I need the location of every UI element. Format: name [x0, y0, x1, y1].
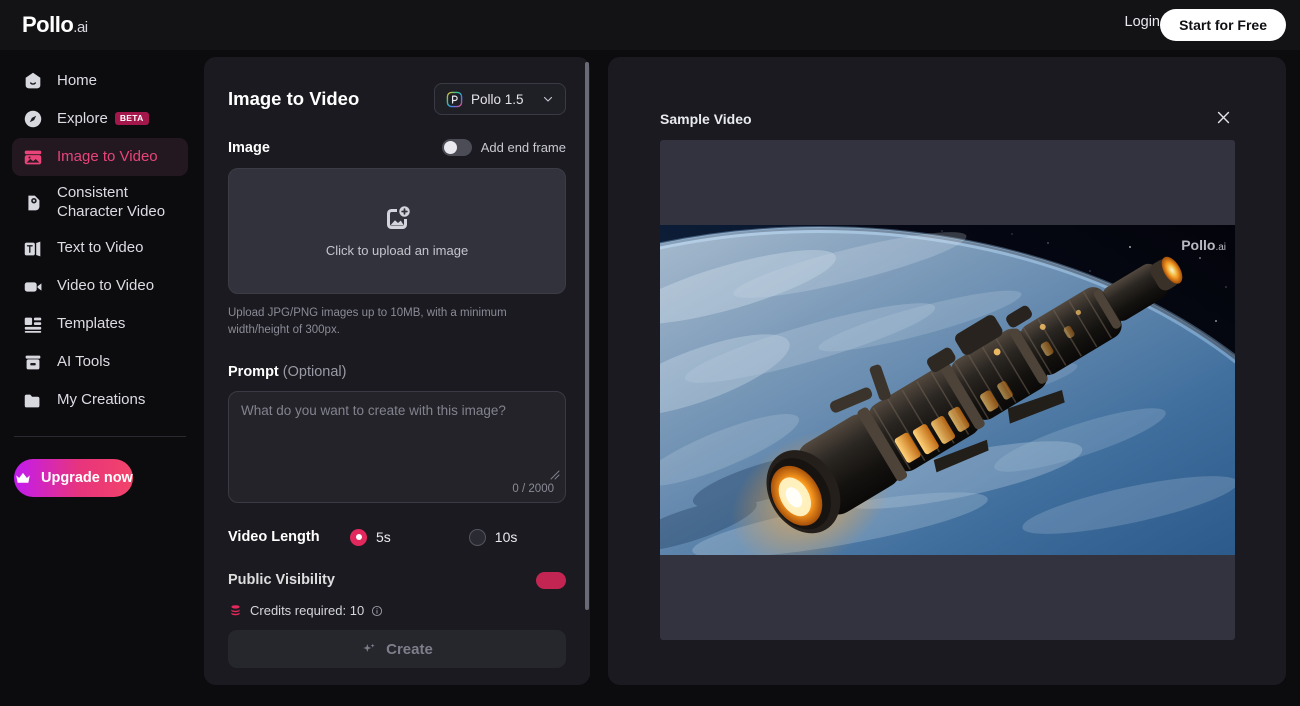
templates-icon [24, 317, 42, 333]
sidebar-divider [14, 435, 186, 437]
sidebar-item-home[interactable]: Home [12, 62, 188, 100]
sidebar-item-my-creations[interactable]: My Creations [12, 382, 188, 420]
compass-icon [24, 110, 42, 128]
credits-row: Credits required: 10 [228, 603, 566, 618]
form-header: Image to Video Pollo 1.5 [228, 83, 566, 115]
text-video-icon [24, 241, 41, 256]
upgrade-now-button[interactable]: Upgrade now [14, 458, 133, 497]
logo-suffix-text: .ai [73, 19, 88, 36]
sidebar-item-label: Home [57, 71, 98, 89]
resize-grip-icon[interactable] [550, 470, 560, 480]
video-length-label: Video Length [228, 529, 320, 545]
sidebar-item-label: Video to Video [57, 277, 155, 295]
form-footer: Credits required: 10 Create [204, 593, 590, 685]
model-name-label: Pollo 1.5 [471, 91, 524, 107]
video-length-option-10s[interactable]: 10s [468, 528, 518, 546]
pollo-model-icon [446, 91, 463, 107]
sparkles-icon [363, 643, 375, 652]
start-for-free-button[interactable]: Start for Free [1160, 9, 1286, 41]
sidebar-item-video-to-video[interactable]: Video to Video [12, 268, 188, 306]
sidebar-item-label: Templates [57, 315, 126, 333]
preview-header: Sample Video [660, 107, 1234, 131]
preview-title: Sample Video [660, 111, 752, 127]
home-icon [25, 72, 41, 89]
sample-video-preview-panel: Sample Video Pollo.ai [608, 57, 1286, 685]
sidebar-item-label: Text to Video [57, 239, 144, 257]
chevron-down-icon [543, 96, 553, 102]
watermark-suffix: .ai [1215, 242, 1226, 253]
prompt-char-counter: 0 / 2000 [512, 482, 554, 495]
sidebar-item-label: My Creations [57, 391, 146, 409]
spacecraft-orbit-scene [660, 225, 1235, 555]
login-button[interactable]: Login [1125, 14, 1160, 30]
watermark-main: Pollo [1181, 237, 1216, 253]
page-title: Image to Video [228, 88, 360, 109]
form-scroll-area: Image to Video Pollo 1.5 Image Add end f… [204, 57, 590, 685]
image-upload-dropzone[interactable]: Click to upload an image [228, 168, 566, 294]
sidebar: Home Explore BETA Image to Video Consiste… [0, 50, 200, 706]
sidebar-item-image-to-video[interactable]: Image to Video [12, 138, 188, 176]
video-length-option-label: 10s [494, 529, 518, 545]
upgrade-now-label: Upgrade now [41, 469, 133, 486]
add-end-frame-label: Add end frame [480, 140, 566, 155]
upload-note-text: Upload JPG/PNG images up to 10MB, with a… [228, 307, 507, 337]
sidebar-item-explore[interactable]: Explore BETA [12, 100, 188, 138]
video-length-section: Video Length 5s 10s [228, 528, 566, 546]
sample-video-still: Pollo.ai [660, 225, 1235, 555]
sidebar-item-consistent-character-video[interactable]: Consistent Character Video [12, 176, 188, 230]
sidebar-item-label: Image to Video [57, 147, 158, 165]
prompt-section-label: Prompt [228, 363, 279, 380]
add-end-frame-toggle[interactable]: Add end frame [441, 139, 566, 156]
credits-coin-icon [231, 605, 240, 616]
toggle-knob [443, 141, 457, 154]
toggle-track [441, 139, 472, 156]
video-watermark: Pollo.ai [1181, 237, 1226, 253]
top-bar: Pollo.ai Login Start for Free [0, 0, 1300, 50]
info-icon[interactable] [371, 605, 383, 617]
radio-indicator [350, 528, 367, 546]
radio-indicator [468, 528, 486, 546]
public-visibility-label: Public Visibility [228, 572, 335, 588]
image-video-icon [24, 150, 42, 165]
close-button[interactable] [1213, 107, 1234, 131]
folder-icon [24, 394, 40, 407]
prompt-placeholder-text: What do you want to create with this ima… [241, 402, 506, 418]
prompt-input[interactable]: What do you want to create with this ima… [228, 390, 566, 503]
video-video-icon [24, 281, 42, 292]
add-image-icon [387, 206, 410, 229]
sidebar-item-label: Consistent Character Video [57, 184, 166, 220]
sidebar-item-label: Explore [57, 109, 108, 127]
app-logo: Pollo.ai [22, 12, 88, 38]
video-length-option-label: 5s [376, 529, 391, 545]
prompt-section-header: Prompt (Optional) [228, 364, 566, 380]
close-icon [1217, 111, 1230, 124]
sample-video-frame[interactable]: Pollo.ai [660, 140, 1235, 640]
credits-required-label: Credits required: 10 [250, 603, 365, 618]
character-video-icon [28, 195, 40, 211]
image-section-label: Image [228, 139, 270, 156]
model-select-dropdown[interactable]: Pollo 1.5 [434, 83, 566, 115]
sidebar-item-templates[interactable]: Templates [12, 306, 188, 344]
sidebar-item-text-to-video[interactable]: Text to Video [12, 230, 188, 268]
public-visibility-toggle[interactable] [536, 571, 566, 589]
ai-tools-icon [25, 355, 41, 369]
logo-main-text: Pollo [22, 12, 74, 37]
create-button[interactable]: Create [228, 630, 566, 668]
upload-hint-text: Click to upload an image [325, 243, 469, 258]
image-section-header: Image Add end frame [228, 139, 566, 156]
form-scrollbar[interactable] [585, 62, 589, 610]
video-length-option-5s[interactable]: 5s [350, 528, 391, 546]
crown-icon [16, 472, 30, 483]
sidebar-item-label: AI Tools [57, 353, 111, 371]
beta-badge: BETA [114, 111, 149, 126]
create-button-label: Create [386, 640, 433, 658]
image-to-video-form-panel: Image to Video Pollo 1.5 Image Add end f… [204, 57, 590, 685]
sidebar-item-ai-tools[interactable]: AI Tools [12, 344, 188, 382]
public-visibility-row[interactable]: Public Visibility [228, 571, 566, 589]
prompt-optional-label: (Optional) [282, 363, 347, 380]
